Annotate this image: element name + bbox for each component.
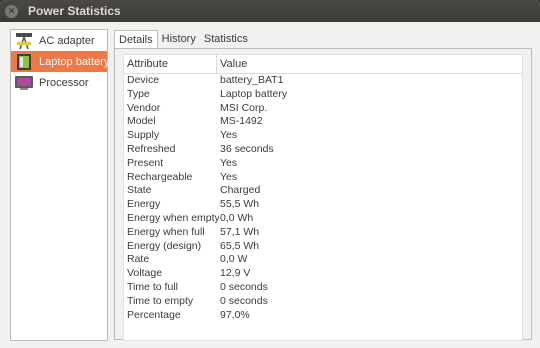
column-header-attribute[interactable]: Attribute bbox=[124, 55, 217, 73]
value-cell: Laptop battery bbox=[220, 87, 288, 100]
attribute-cell: Device bbox=[127, 74, 160, 86]
table-row[interactable]: Supply Yes bbox=[124, 129, 522, 143]
value-cell: 36 seconds bbox=[220, 142, 274, 155]
attribute-cell: Type bbox=[127, 87, 150, 100]
value-cell: battery_BAT1 bbox=[220, 74, 284, 86]
table-row[interactable]: Time to full 0 seconds bbox=[124, 281, 522, 295]
value-cell: 97,0% bbox=[220, 308, 250, 321]
table-row[interactable]: Energy (design) 65,5 Wh bbox=[124, 240, 522, 254]
attribute-cell: Time to empty bbox=[127, 294, 194, 307]
attribute-cell: State bbox=[127, 184, 152, 197]
value-cell: 0 seconds bbox=[220, 294, 268, 307]
table-body: Device battery_BAT1 Type Laptop battery Vend… bbox=[124, 74, 522, 322]
table-row[interactable]: Type Laptop battery bbox=[124, 88, 522, 102]
tab-statistics[interactable]: Statistics bbox=[200, 30, 252, 48]
close-icon: × bbox=[8, 5, 15, 17]
table-row[interactable]: Rate 0,0 W bbox=[124, 253, 522, 267]
title-bar: × Power Statistics bbox=[0, 0, 540, 22]
attribute-cell: Energy when full bbox=[127, 225, 205, 238]
attribute-cell: Energy when empty bbox=[127, 211, 219, 224]
sidebar-item-laptop-battery[interactable]: Laptop battery bbox=[11, 51, 110, 72]
close-button[interactable]: × bbox=[5, 4, 18, 18]
sidebar-item-label: Processor bbox=[39, 76, 89, 89]
attribute-cell: Rechargeable bbox=[127, 170, 193, 183]
sidebar-item-label: AC adapter bbox=[39, 34, 95, 47]
attribute-cell: Refreshed bbox=[127, 142, 176, 155]
value-cell: 12,9 V bbox=[220, 267, 251, 280]
table-row[interactable]: Energy when full 57,1 Wh bbox=[124, 226, 522, 240]
table-row[interactable]: Energy when empty 0,0 Wh bbox=[124, 212, 522, 226]
value-cell: Yes bbox=[220, 170, 238, 183]
sidebar-item-ac-adapter[interactable]: AC adapter bbox=[11, 30, 107, 51]
table-row[interactable]: Vendor MSI Corp. bbox=[124, 102, 522, 116]
value-cell: 57,1 Wh bbox=[220, 225, 260, 238]
table-row[interactable]: State Charged bbox=[124, 184, 522, 198]
processor-icon bbox=[15, 75, 33, 90]
table-row[interactable]: Present Yes bbox=[124, 157, 522, 171]
attribute-cell: Voltage bbox=[127, 267, 163, 280]
sidebar-item-label: Laptop battery bbox=[39, 55, 110, 68]
table-row[interactable]: Device battery_BAT1 bbox=[124, 74, 522, 88]
device-list: AC adapter Laptop battery Processor bbox=[10, 29, 110, 341]
details-table[interactable]: Attribute Value Device battery_BAT1 Type La… bbox=[123, 54, 523, 341]
table-row[interactable]: Voltage 12,9 V bbox=[124, 267, 522, 281]
details-panel: Attribute Value Device battery_BAT1 Type La… bbox=[114, 48, 532, 341]
sidebar-item-processor[interactable]: Processor bbox=[11, 72, 107, 93]
attribute-cell: Model bbox=[127, 115, 156, 128]
value-cell: Charged bbox=[220, 184, 261, 197]
power-statistics-window: × Power Statistics AC adapter Laptop bat… bbox=[0, 0, 540, 348]
tab-details[interactable]: Details bbox=[114, 30, 158, 50]
column-header-value[interactable]: Value bbox=[217, 55, 247, 73]
attribute-cell: Time to full bbox=[127, 280, 178, 293]
table-row[interactable]: Rechargeable Yes bbox=[124, 171, 522, 185]
window-title: Power Statistics bbox=[28, 4, 121, 18]
value-cell: 65,5 Wh bbox=[220, 239, 260, 252]
value-cell: 0,0 W bbox=[220, 253, 248, 266]
attribute-cell: Present bbox=[127, 156, 164, 169]
ac-adapter-icon bbox=[16, 32, 32, 49]
table-header: Attribute Value bbox=[124, 55, 522, 74]
attribute-cell: Energy bbox=[127, 198, 161, 211]
table-row[interactable]: Refreshed 36 seconds bbox=[124, 143, 522, 157]
tab-bar: Details History Statistics bbox=[114, 30, 252, 50]
attribute-cell: Supply bbox=[127, 129, 160, 142]
attribute-cell: Vendor bbox=[127, 101, 161, 114]
tab-history[interactable]: History bbox=[158, 30, 200, 48]
value-cell: 55,5 Wh bbox=[220, 198, 260, 211]
table-row[interactable]: Percentage 97,0% bbox=[124, 309, 522, 323]
value-cell: Yes bbox=[220, 129, 238, 142]
table-row[interactable]: Model MS-1492 bbox=[124, 115, 522, 129]
battery-icon bbox=[17, 53, 31, 70]
attribute-cell: Energy (design) bbox=[127, 239, 202, 252]
attribute-cell: Rate bbox=[127, 253, 150, 266]
value-cell: MSI Corp. bbox=[220, 101, 268, 114]
value-cell: Yes bbox=[220, 156, 238, 169]
attribute-cell: Percentage bbox=[127, 308, 181, 321]
value-cell: 0,0 Wh bbox=[220, 211, 254, 224]
value-cell: 0 seconds bbox=[220, 280, 268, 293]
table-row[interactable]: Time to empty 0 seconds bbox=[124, 295, 522, 309]
value-cell: MS-1492 bbox=[220, 115, 263, 128]
table-row[interactable]: Energy 55,5 Wh bbox=[124, 198, 522, 212]
